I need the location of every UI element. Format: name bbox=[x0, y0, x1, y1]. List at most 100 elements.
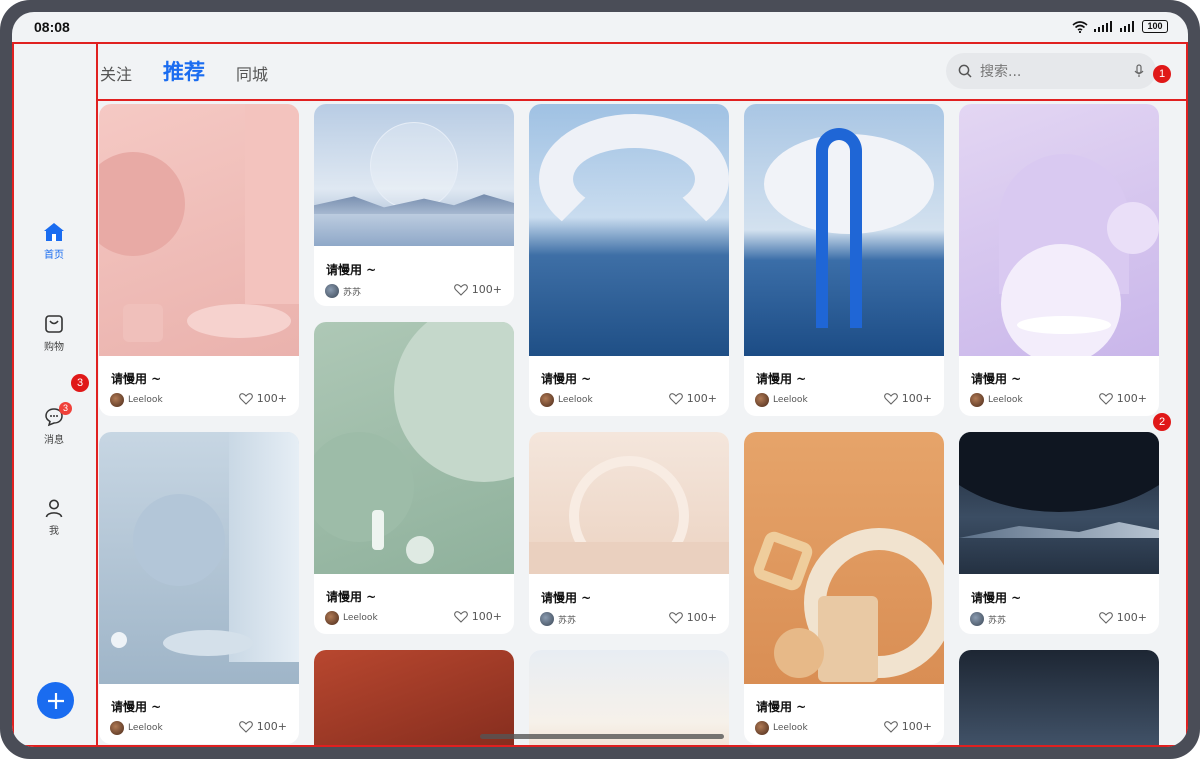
sidebar-item-shopping[interactable]: 购物 bbox=[12, 314, 96, 353]
heart-icon bbox=[668, 392, 683, 405]
signal-icon bbox=[1094, 21, 1112, 32]
avatar bbox=[970, 612, 984, 626]
card-author: Leelook bbox=[110, 721, 163, 735]
status-bar: 08:08 100 bbox=[12, 12, 1188, 42]
likes-count: 100+ bbox=[901, 392, 932, 405]
feed-card[interactable]: 请慢用 ~ 苏苏 100+ bbox=[529, 432, 729, 634]
card-image bbox=[959, 104, 1159, 356]
feed-card[interactable]: 请慢用 ~ Leelook 100+ bbox=[744, 104, 944, 416]
sidebar-item-messages[interactable]: 3 消息 bbox=[12, 402, 96, 446]
feed-card[interactable] bbox=[959, 650, 1159, 747]
tab-nearby[interactable]: 同城 bbox=[236, 61, 268, 85]
status-time: 08:08 bbox=[34, 19, 70, 35]
card-image bbox=[529, 432, 729, 574]
avatar bbox=[110, 393, 124, 407]
card-likes[interactable]: 100+ bbox=[238, 720, 287, 733]
avatar bbox=[540, 612, 554, 626]
sidebar-item-me[interactable]: 我 bbox=[12, 498, 96, 537]
author-name: Leelook bbox=[558, 395, 593, 405]
card-likes[interactable]: 100+ bbox=[453, 283, 502, 296]
microphone-icon[interactable] bbox=[1134, 64, 1144, 78]
sidebar-item-label: 消息 bbox=[44, 435, 64, 446]
tab-following[interactable]: 关注 bbox=[100, 61, 132, 85]
card-title: 请慢用 ~ bbox=[756, 372, 807, 386]
author-name: Leelook bbox=[128, 723, 163, 733]
heart-icon bbox=[883, 720, 898, 733]
status-icons: 100 bbox=[1072, 20, 1168, 33]
search-input[interactable]: 搜索... bbox=[980, 61, 1134, 81]
annotation-badge-2: 2 bbox=[1153, 413, 1171, 431]
feed-card[interactable]: 请慢用 ~ Leelook 100+ bbox=[744, 432, 944, 744]
card-author: Leelook bbox=[755, 721, 808, 735]
feed-card[interactable]: 请慢用 ~ Leelook 100+ bbox=[529, 104, 729, 416]
sidebar-item-label: 首页 bbox=[44, 250, 64, 261]
feed-card[interactable]: 请慢用 ~ 苏苏 100+ bbox=[959, 432, 1159, 634]
home-icon bbox=[44, 223, 64, 241]
card-likes[interactable]: 100+ bbox=[238, 392, 287, 405]
card-author: 苏苏 bbox=[540, 612, 576, 626]
feed-card[interactable]: 请慢用 ~ Leelook 100+ bbox=[99, 104, 299, 416]
feed-card[interactable]: 请慢用 ~ Leelook 100+ bbox=[99, 432, 299, 744]
wifi-icon bbox=[1072, 20, 1088, 33]
card-likes[interactable]: 100+ bbox=[668, 392, 717, 405]
author-name: 苏苏 bbox=[558, 615, 577, 626]
battery-indicator: 100 bbox=[1142, 20, 1168, 33]
card-likes[interactable]: 100+ bbox=[1098, 611, 1147, 624]
card-title: 请慢用 ~ bbox=[326, 590, 377, 604]
heart-icon bbox=[1098, 611, 1113, 624]
card-title: 请慢用 ~ bbox=[326, 263, 377, 277]
heart-icon bbox=[453, 610, 468, 623]
home-indicator[interactable] bbox=[480, 734, 724, 739]
card-title: 请慢用 ~ bbox=[541, 372, 592, 386]
feed-card[interactable] bbox=[529, 650, 729, 747]
feed-card[interactable]: 请慢用 ~ Leelook 100+ bbox=[959, 104, 1159, 416]
card-image bbox=[744, 104, 944, 356]
likes-count: 100+ bbox=[901, 720, 932, 733]
card-author: Leelook bbox=[110, 393, 163, 407]
card-image bbox=[959, 650, 1159, 747]
card-likes[interactable]: 100+ bbox=[1098, 392, 1147, 405]
card-author: Leelook bbox=[755, 393, 808, 407]
message-badge: 3 bbox=[59, 402, 72, 415]
sidebar-item-label: 我 bbox=[49, 526, 59, 537]
card-title: 请慢用 ~ bbox=[541, 591, 592, 605]
search-bar[interactable]: 搜索... bbox=[946, 53, 1156, 89]
search-icon bbox=[958, 64, 972, 78]
card-likes[interactable]: 100+ bbox=[668, 611, 717, 624]
likes-count: 100+ bbox=[686, 392, 717, 405]
card-title: 请慢用 ~ bbox=[111, 700, 162, 714]
feed-card[interactable]: 请慢用 ~ Leelook 100+ bbox=[314, 322, 514, 634]
card-title: 请慢用 ~ bbox=[971, 591, 1022, 605]
card-likes[interactable]: 100+ bbox=[453, 610, 502, 623]
likes-count: 100+ bbox=[1116, 392, 1147, 405]
avatar bbox=[755, 721, 769, 735]
card-likes[interactable]: 100+ bbox=[883, 720, 932, 733]
heart-icon bbox=[453, 283, 468, 296]
sidebar-item-label: 购物 bbox=[44, 342, 64, 353]
sidebar-nav: 首页 购物 3 消息 我 bbox=[12, 42, 96, 747]
tab-recommended[interactable]: 推荐 bbox=[163, 56, 205, 86]
card-likes[interactable]: 100+ bbox=[883, 392, 932, 405]
create-post-button[interactable] bbox=[37, 682, 74, 719]
heart-icon bbox=[668, 611, 683, 624]
card-title: 请慢用 ~ bbox=[971, 372, 1022, 386]
shopping-bag-icon bbox=[45, 315, 63, 333]
author-name: 苏苏 bbox=[988, 615, 1007, 626]
card-image bbox=[99, 432, 299, 684]
card-image bbox=[959, 432, 1159, 574]
user-icon bbox=[45, 499, 63, 518]
author-name: 苏苏 bbox=[343, 287, 362, 298]
avatar bbox=[540, 393, 554, 407]
author-name: Leelook bbox=[343, 613, 378, 623]
feed-card[interactable] bbox=[314, 650, 514, 747]
feed-grid: 请慢用 ~ Leelook 100+ 请慢用 ~ Leelook 100+ 请慢… bbox=[99, 102, 1188, 747]
card-image bbox=[314, 322, 514, 574]
card-author: Leelook bbox=[540, 393, 593, 407]
author-name: Leelook bbox=[988, 395, 1023, 405]
card-author: Leelook bbox=[325, 611, 378, 625]
feed-card[interactable]: 请慢用 ~ 苏苏 100+ bbox=[314, 104, 514, 306]
card-image bbox=[529, 650, 729, 747]
sidebar-item-home[interactable]: 首页 bbox=[12, 222, 96, 261]
screen: 08:08 100 首页 购物 3 消息 我 关注 推荐 同城 搜索... 请慢… bbox=[12, 12, 1188, 747]
signal-icon-2 bbox=[1120, 21, 1134, 32]
